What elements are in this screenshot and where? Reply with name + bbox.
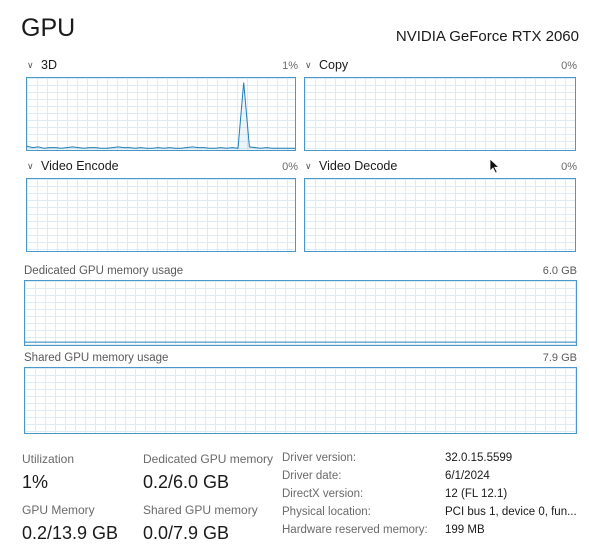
graph-copy-selector[interactable]: ∨ Copy: [305, 58, 348, 72]
graph-3d: [26, 77, 296, 151]
chevron-down-icon[interactable]: ∨: [305, 161, 315, 172]
graph-copy: [304, 77, 576, 151]
graph-3d-percent: 1%: [282, 60, 298, 72]
graph-video-encode-percent: 0%: [282, 161, 298, 173]
memory-level-svg: [25, 341, 576, 343]
physical-location-label: Physical location:: [282, 506, 371, 518]
shared-memory-label: Shared GPU memory: [143, 503, 258, 517]
dedicated-memory-graph-max: 6.0 GB: [542, 265, 577, 277]
shared-memory-graph-label: Shared GPU memory usage: [24, 352, 169, 364]
dedicated-memory-graph-label: Dedicated GPU memory usage: [24, 265, 184, 277]
mouse-cursor-icon: [489, 158, 501, 174]
chevron-down-icon[interactable]: ∨: [27, 60, 37, 71]
graph-video-decode-selector[interactable]: ∨ Video Decode: [305, 159, 397, 173]
driver-version-label: Driver version:: [282, 452, 357, 464]
driver-version-value: 32.0.15.5599: [445, 452, 513, 464]
gpu-memory-label: GPU Memory: [22, 503, 95, 517]
shared-memory-value: 0.0/7.9 GB: [143, 523, 230, 543]
graph-copy-label: Copy: [319, 58, 349, 72]
graph-video-encode-label: Video Encode: [41, 159, 119, 173]
chevron-down-icon[interactable]: ∨: [305, 60, 315, 71]
graph-video-decode-percent: 0%: [561, 161, 577, 173]
gpu-device-name: NVIDIA GeForce RTX 2060: [395, 28, 579, 45]
graph-3d-selector[interactable]: ∨ 3D: [27, 58, 57, 72]
hardware-reserved-memory-value: 199 MB: [445, 524, 485, 536]
directx-version-label: DirectX version:: [282, 488, 364, 500]
page-title: GPU: [21, 14, 76, 42]
gpu-memory-value: 0.2/13.9 GB: [22, 523, 119, 543]
dedicated-memory-label: Dedicated GPU memory: [143, 452, 274, 466]
graph-video-encode-selector[interactable]: ∨ Video Encode: [27, 159, 119, 173]
dedicated-memory-graph: [24, 280, 577, 346]
graph-video-decode-label: Video Decode: [319, 159, 398, 173]
graph-area: [27, 82, 295, 150]
driver-date-value: 6/1/2024: [445, 470, 490, 482]
utilization-value: 1%: [22, 472, 49, 492]
shared-memory-graph: [24, 367, 577, 434]
dedicated-memory-value: 0.2/6.0 GB: [143, 472, 230, 492]
shared-memory-graph-max: 7.9 GB: [542, 352, 577, 364]
hardware-reserved-memory-label: Hardware reserved memory:: [282, 524, 428, 536]
graph-copy-percent: 0%: [561, 60, 577, 72]
physical-location-value: PCI bus 1, device 0, fun...: [445, 506, 577, 518]
chevron-down-icon[interactable]: ∨: [27, 161, 37, 172]
directx-version-value: 12 (FL 12.1): [445, 488, 508, 500]
utilization-label: Utilization: [22, 452, 75, 466]
graph-video-decode: [304, 178, 576, 252]
graph-line: [27, 82, 295, 149]
graph-line-svg: [27, 82, 295, 150]
driver-date-label: Driver date:: [282, 470, 342, 482]
graph-video-encode: [26, 178, 296, 252]
graph-3d-label: 3D: [41, 58, 57, 72]
